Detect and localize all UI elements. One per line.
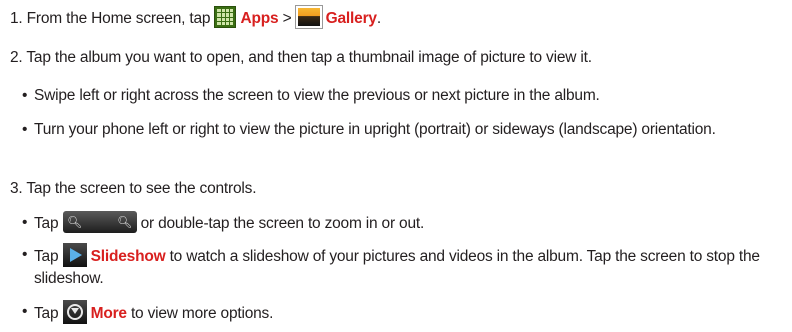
gallery-label: Gallery	[325, 10, 377, 28]
gallery-picture-icon	[294, 5, 323, 29]
slideshow-label: Slideshow	[90, 248, 166, 266]
apps-label: Apps	[240, 10, 279, 28]
more-options-icon	[62, 300, 87, 324]
bullet-marker: •	[22, 303, 28, 320]
step-1-separator: >	[278, 10, 296, 28]
apps-grid-icon	[214, 6, 237, 28]
more-suffix: to view more options.	[126, 305, 274, 323]
bullet-marker: •	[22, 214, 28, 231]
bullet-marker: •	[22, 246, 28, 263]
bullet-zoom: Tap 🔍︎ 🔍︎ or double-tap the screen to zoo…	[34, 211, 425, 235]
zoom-out-icon: 🔍︎	[66, 215, 83, 229]
bullet-more: Tap More to view more options.	[34, 300, 274, 326]
zoom-controls-icon: 🔍︎ 🔍︎	[62, 211, 137, 233]
step-3: 3. Tap the screen to see the controls.	[10, 180, 257, 197]
zoom-prefix: Tap	[34, 215, 63, 233]
step-1-suffix: .	[376, 10, 381, 28]
step-1: 1. From the Home screen, tap Apps > Gall…	[10, 5, 381, 30]
more-prefix: Tap	[34, 305, 63, 323]
zoom-in-icon: 🔍︎	[116, 215, 133, 229]
zoom-suffix: or double-tap the screen to zoom in or o…	[136, 215, 425, 233]
slideshow-play-icon	[62, 243, 87, 267]
bullet-turn: Turn your phone left or right to view th…	[34, 121, 716, 138]
bullet-slideshow: Tap Slideshow to watch a slideshow of yo…	[34, 243, 774, 289]
step-2: 2. Tap the album you want to open, and t…	[10, 49, 592, 66]
bullet-marker: •	[22, 87, 28, 104]
step-1-prefix: 1. From the Home screen, tap	[10, 10, 215, 28]
bullet-swipe: Swipe left or right across the screen to…	[34, 87, 600, 104]
more-label: More	[90, 305, 127, 323]
bullet-marker: •	[22, 121, 28, 138]
slideshow-prefix: Tap	[34, 248, 63, 266]
